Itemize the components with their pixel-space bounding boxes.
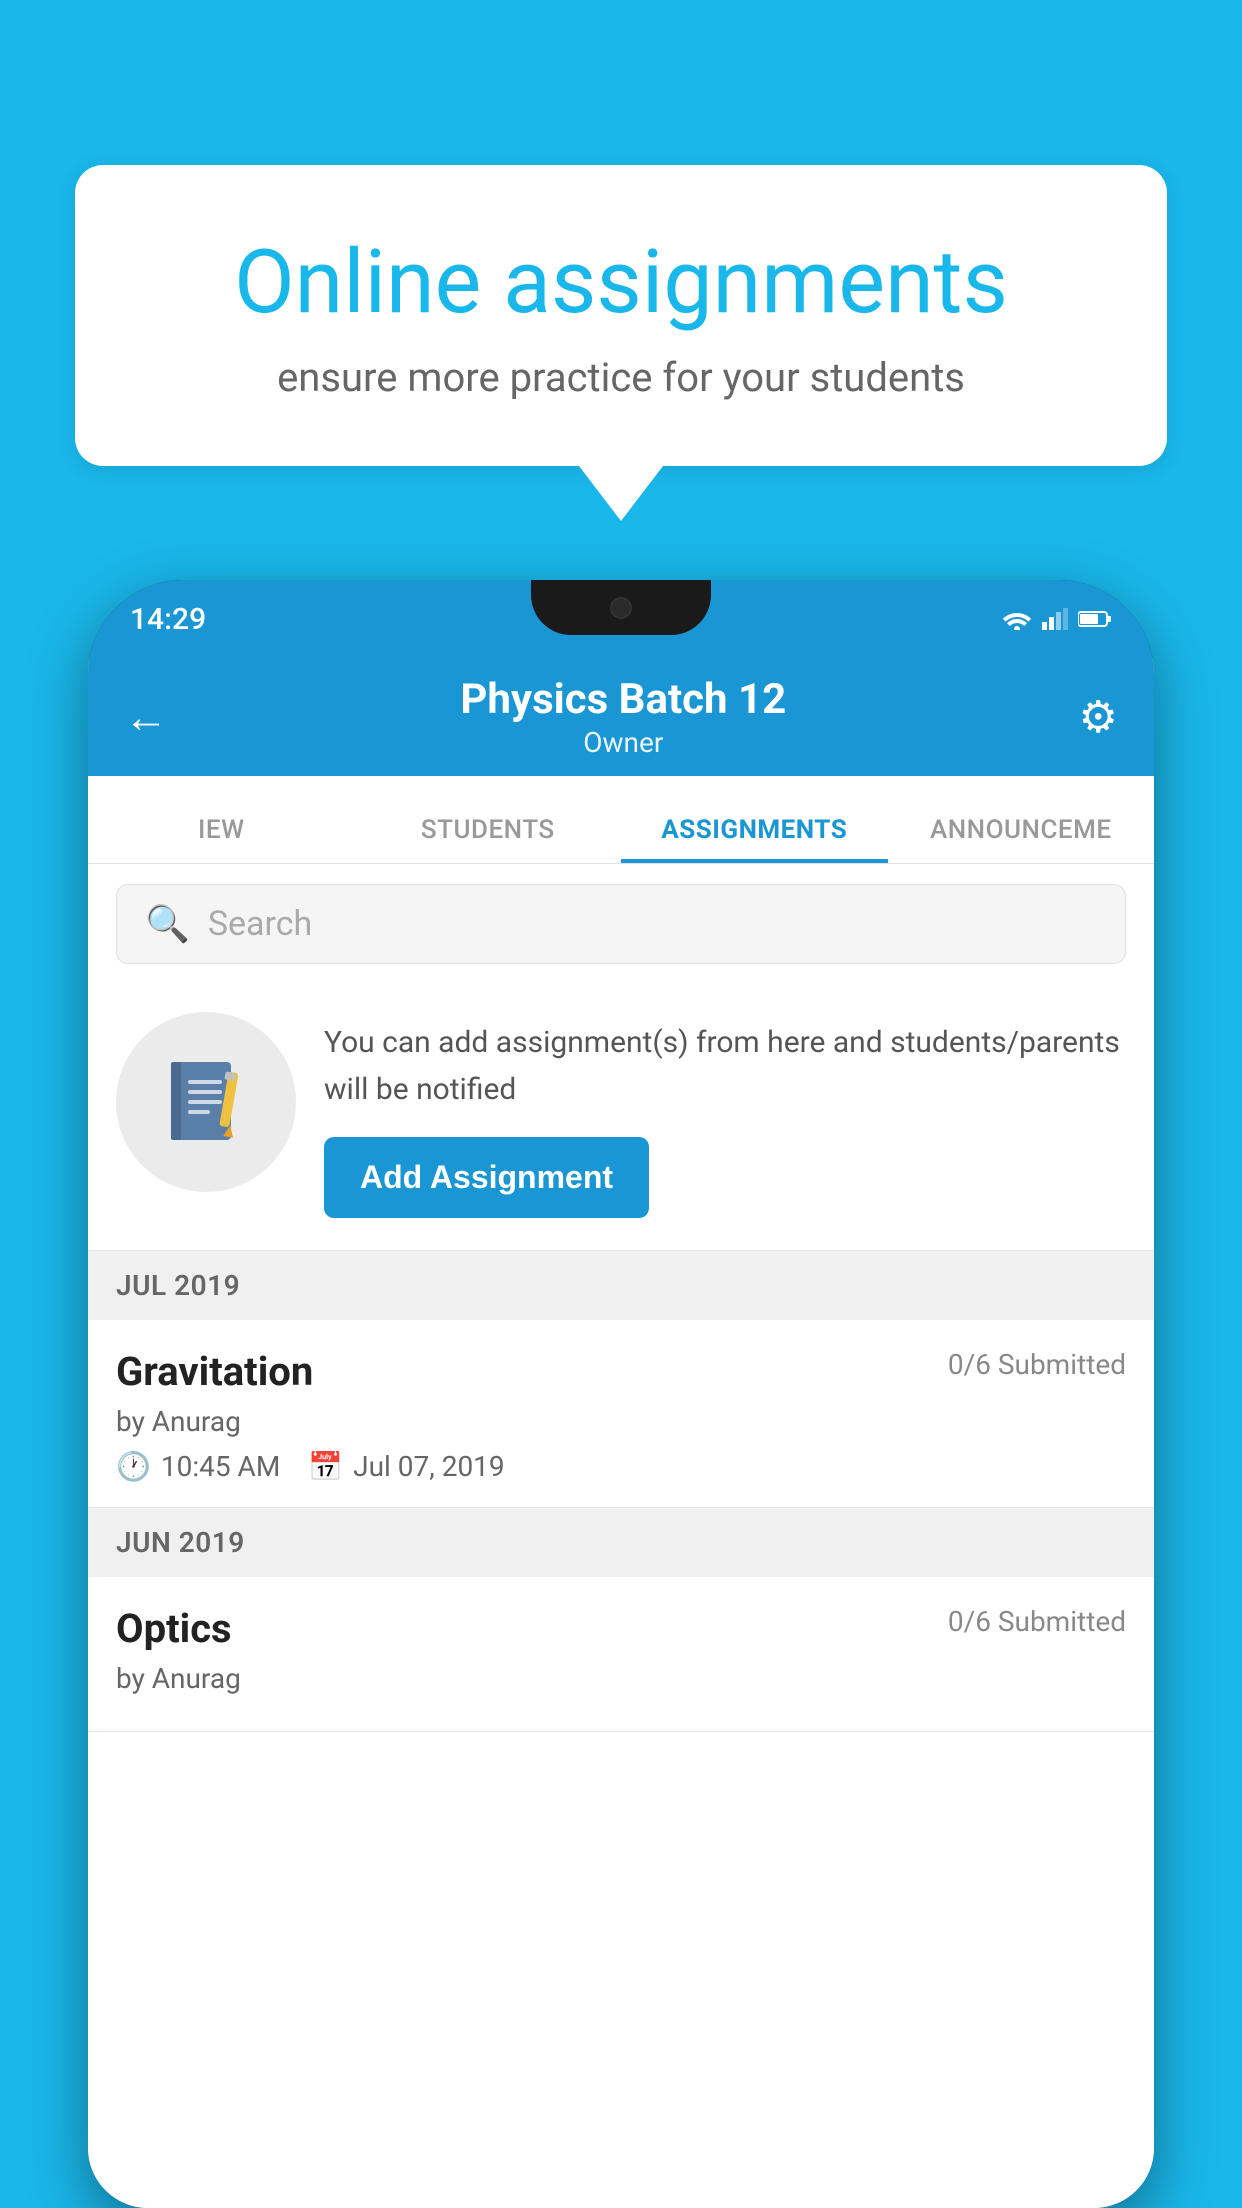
- assignment-time-value: 10:45 AM: [161, 1450, 280, 1483]
- promo-section: You can add assignment(s) from here and …: [88, 984, 1154, 1251]
- phone-notch: [531, 580, 711, 635]
- tab-announcements[interactable]: ANNOUNCEME: [888, 815, 1155, 863]
- assignment-time-gravitation: 🕐 10:45 AM: [116, 1450, 280, 1483]
- tab-bar: IEW STUDENTS ASSIGNMENTS ANNOUNCEME: [88, 776, 1154, 864]
- wifi-icon: [1002, 608, 1032, 630]
- assignment-author-optics: by Anurag: [116, 1662, 1126, 1695]
- assignment-date-value: Jul 07, 2019: [353, 1450, 505, 1483]
- assignment-title-optics: Optics: [116, 1605, 232, 1652]
- add-assignment-button[interactable]: Add Assignment: [324, 1137, 649, 1218]
- tab-students[interactable]: STUDENTS: [355, 815, 622, 863]
- assignment-author-gravitation: by Anurag: [116, 1405, 1126, 1438]
- search-bar[interactable]: 🔍 Search: [116, 884, 1126, 964]
- search-container: 🔍 Search: [88, 864, 1154, 984]
- phone-frame-inner: ← Physics Batch 12 Owner ⚙ IEW STUDENTS …: [88, 658, 1154, 2208]
- speech-bubble: Online assignments ensure more practice …: [75, 165, 1167, 466]
- assignment-meta-gravitation: 🕐 10:45 AM 📅 Jul 07, 2019: [116, 1450, 1126, 1483]
- promo-icon-circle: [116, 1012, 296, 1192]
- signal-icon: [1042, 608, 1068, 630]
- phone-content: 🔍 Search: [88, 864, 1154, 2208]
- assignment-item-optics[interactable]: Optics 0/6 Submitted by Anurag: [88, 1577, 1154, 1732]
- status-time: 14:29: [130, 602, 206, 637]
- header-subtitle: Owner: [168, 726, 1079, 759]
- header-title-group: Physics Batch 12 Owner: [168, 675, 1079, 759]
- search-icon: 🔍: [145, 903, 190, 945]
- promo-description: You can add assignment(s) from here and …: [324, 1020, 1126, 1113]
- promo-content: You can add assignment(s) from here and …: [324, 1012, 1126, 1218]
- assignment-item-gravitation[interactable]: Gravitation 0/6 Submitted by Anurag 🕐 10…: [88, 1320, 1154, 1508]
- phone-inner: ← Physics Batch 12 Owner ⚙ IEW STUDENTS …: [88, 658, 1154, 2208]
- assignment-row-top-optics: Optics 0/6 Submitted: [116, 1605, 1126, 1652]
- section-header-jun: JUN 2019: [88, 1508, 1154, 1577]
- assignment-submitted-optics: 0/6 Submitted: [948, 1605, 1126, 1638]
- speech-bubble-subtitle: ensure more practice for your students: [155, 354, 1087, 401]
- assignment-date-gravitation: 📅 Jul 07, 2019: [308, 1450, 504, 1483]
- clock-icon: 🕐: [116, 1450, 151, 1483]
- tab-iew[interactable]: IEW: [88, 815, 355, 863]
- assignment-row-top: Gravitation 0/6 Submitted: [116, 1348, 1126, 1395]
- back-button[interactable]: ←: [124, 691, 168, 743]
- status-bar: 14:29: [88, 580, 1154, 658]
- phone-frame: 14:29: [88, 580, 1154, 2208]
- app-header: ← Physics Batch 12 Owner ⚙: [88, 658, 1154, 776]
- assignment-submitted-gravitation: 0/6 Submitted: [948, 1348, 1126, 1381]
- section-header-jul: JUL 2019: [88, 1251, 1154, 1320]
- battery-icon: [1078, 610, 1112, 628]
- status-icons: [1002, 608, 1112, 630]
- speech-bubble-container: Online assignments ensure more practice …: [75, 165, 1167, 521]
- notebook-icon: [156, 1052, 256, 1152]
- search-placeholder: Search: [208, 904, 312, 944]
- settings-icon[interactable]: ⚙: [1079, 691, 1118, 743]
- header-title: Physics Batch 12: [168, 675, 1079, 724]
- speech-bubble-tail: [579, 466, 663, 521]
- calendar-icon: 📅: [308, 1450, 343, 1483]
- camera-dot: [610, 597, 632, 619]
- assignment-title-gravitation: Gravitation: [116, 1348, 313, 1395]
- speech-bubble-title: Online assignments: [155, 235, 1087, 332]
- tab-assignments[interactable]: ASSIGNMENTS: [621, 815, 888, 863]
